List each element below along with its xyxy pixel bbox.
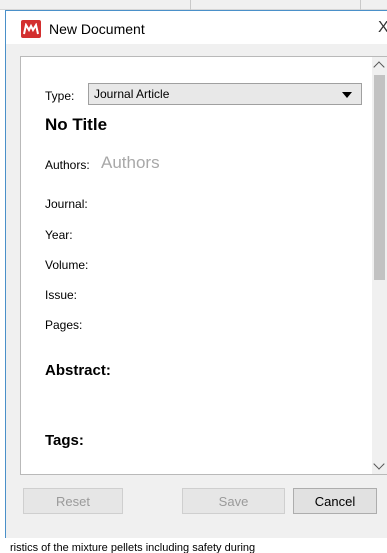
authors-input[interactable]: Authors <box>101 153 160 173</box>
document-type-select[interactable]: Journal Article <box>88 83 362 105</box>
scroll-up-button[interactable] <box>372 57 387 73</box>
save-button[interactable]: Save <box>182 488 285 514</box>
dialog-title: New Document <box>49 21 145 37</box>
dropdown-arrow-icon <box>342 92 352 98</box>
cancel-button[interactable]: Cancel <box>293 488 377 514</box>
document-title-field[interactable]: No Title <box>45 115 107 135</box>
reset-button[interactable]: Reset <box>23 488 123 514</box>
background-window-strip <box>0 0 387 10</box>
year-field[interactable]: Year: <box>45 228 73 242</box>
volume-field[interactable]: Volume: <box>45 258 88 272</box>
close-icon[interactable]: X <box>378 19 387 37</box>
scrollbar-thumb[interactable] <box>374 75 385 280</box>
document-details-panel: Type: Journal Article No Title Authors: … <box>20 56 387 475</box>
mendeley-logo-icon <box>21 20 41 38</box>
new-document-dialog: New Document X Type: Journal Article No … <box>5 10 387 538</box>
strip-divider <box>360 0 361 10</box>
background-document-text: ristics of the mixture pellets including… <box>10 542 256 553</box>
strip-divider <box>190 0 191 10</box>
pages-field[interactable]: Pages: <box>45 318 82 332</box>
chevron-up-icon <box>373 61 385 73</box>
abstract-heading: Abstract: <box>45 362 111 379</box>
issue-field[interactable]: Issue: <box>45 288 77 302</box>
document-type-value: Journal Article <box>94 87 170 101</box>
journal-field[interactable]: Journal: <box>45 197 88 211</box>
authors-label: Authors: <box>45 158 90 172</box>
dialog-titlebar: New Document X <box>6 10 387 44</box>
vertical-scrollbar[interactable] <box>372 57 387 474</box>
chevron-down-icon <box>373 458 385 470</box>
type-label: Type: <box>45 89 75 103</box>
scroll-down-button[interactable] <box>372 458 387 474</box>
document-form: Type: Journal Article No Title Authors: … <box>21 57 373 474</box>
tags-heading: Tags: <box>45 432 84 449</box>
